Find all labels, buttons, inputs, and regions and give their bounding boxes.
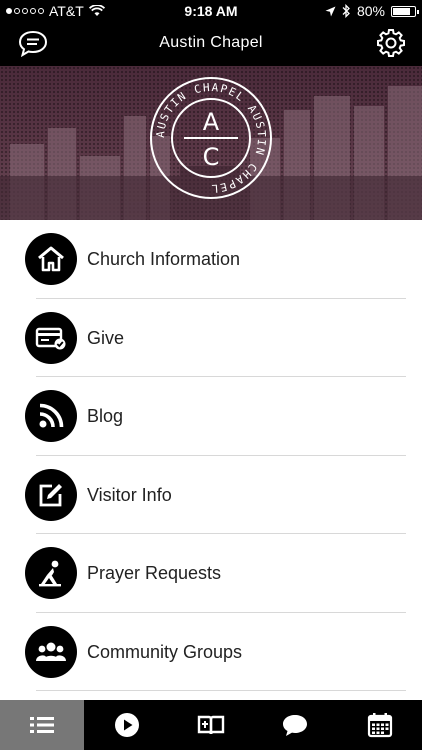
menu-item-label: Prayer Requests — [87, 563, 222, 583]
group-icon — [25, 625, 77, 678]
menu-item-community-groups[interactable]: Community Groups — [0, 613, 422, 691]
divider — [36, 690, 406, 691]
speech-bubble-icon — [283, 715, 308, 736]
status-bar: AT&T 9:18 AM 80% — [0, 0, 422, 22]
menu-item-label: Church Information — [87, 249, 241, 269]
settings-button[interactable] — [376, 28, 406, 60]
tab-media[interactable] — [84, 700, 168, 750]
credit-card-icon — [25, 311, 77, 364]
logo-letter-a: A — [203, 108, 220, 136]
logo-letter-c: C — [203, 143, 220, 171]
battery-percent: 80% — [356, 3, 385, 19]
tab-bar — [0, 700, 422, 750]
menu-item-visitor-info[interactable]: Visitor Info — [0, 456, 422, 534]
battery-icon — [391, 5, 419, 17]
austin-chapel-logo: AUSTIN CHAPEL AUSTIN CHAPEL A C — [150, 77, 272, 199]
tab-chat[interactable] — [253, 700, 337, 750]
menu-item-label: Blog — [87, 406, 124, 426]
status-right: 80% — [325, 3, 419, 19]
book-icon — [197, 715, 225, 735]
play-icon — [114, 713, 139, 737]
gear-icon — [377, 29, 405, 57]
tab-events[interactable] — [338, 700, 422, 750]
bluetooth-icon — [342, 4, 350, 18]
menu-item-blog[interactable]: Blog — [0, 377, 422, 456]
menu-item-label: Community Groups — [87, 641, 243, 662]
location-arrow-icon — [325, 6, 336, 16]
list-icon — [30, 717, 55, 733]
menu-item-prayer-requests[interactable]: Prayer Requests — [0, 534, 422, 613]
home-icon — [25, 233, 77, 285]
nav-bar: Austin Chapel — [0, 22, 422, 66]
calendar-icon — [367, 713, 392, 738]
tab-menu[interactable] — [0, 700, 85, 750]
edit-icon — [25, 468, 77, 521]
praying-icon — [25, 547, 77, 599]
menu-item-label: Give — [87, 327, 125, 348]
menu-item-label: Visitor Info — [87, 484, 172, 505]
tab-bible[interactable] — [169, 700, 253, 750]
menu-item-give[interactable]: Give — [0, 299, 422, 377]
rss-icon — [25, 390, 77, 442]
main-menu: Church Information Give Blog Visitor Inf… — [0, 220, 422, 700]
page-title: Austin Chapel — [159, 34, 263, 51]
menu-item-church-information[interactable]: Church Information — [0, 220, 422, 299]
hero-banner: AUSTIN CHAPEL AUSTIN CHAPEL A C — [0, 66, 422, 220]
